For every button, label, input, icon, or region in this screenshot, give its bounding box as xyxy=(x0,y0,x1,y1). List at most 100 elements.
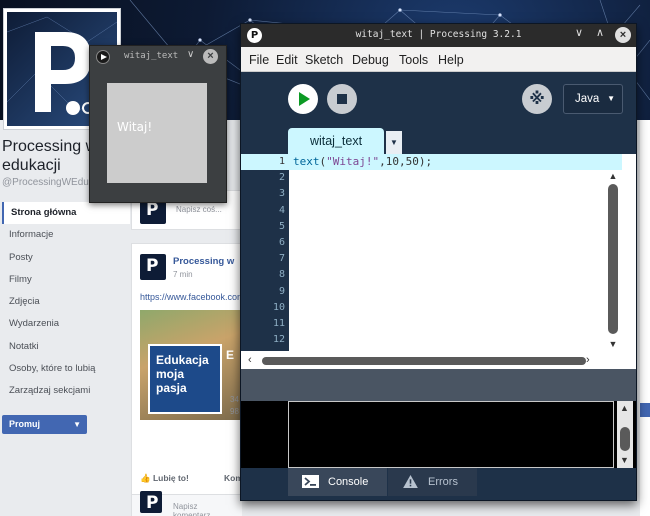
console-scrollbar[interactable]: ▲ ▼ xyxy=(617,401,633,468)
like-label: Lubię to! xyxy=(152,473,189,483)
line-number: 10 xyxy=(272,301,285,313)
menu-edit[interactable]: Edit xyxy=(276,53,298,67)
page-navigation: Strona główna Informacje Posty Filmy Zdj… xyxy=(2,202,130,403)
close-icon[interactable]: × xyxy=(203,49,218,64)
tab-errors[interactable]: Errors xyxy=(388,468,477,496)
scroll-thumb[interactable] xyxy=(262,357,586,365)
line-number: 11 xyxy=(272,317,285,329)
nav-item-likes[interactable]: Osoby, które to lubią xyxy=(2,358,130,380)
ide-titlebar[interactable]: P witaj_text | Processing 3.2.1 ∨ ∧ × xyxy=(241,24,636,47)
post-author-avatar[interactable] xyxy=(140,254,166,280)
nav-item-manage-sections[interactable]: Zarządzaj sekcjami xyxy=(2,380,130,402)
post-link-preview-image[interactable]: Edukacja moja pasja E xyxy=(140,310,242,420)
editor-horizontal-scrollbar[interactable]: ‹ › xyxy=(246,352,606,368)
tab-console[interactable]: Console xyxy=(288,468,387,496)
promote-label: Promuj xyxy=(9,419,41,429)
line-number: 6 xyxy=(278,236,285,248)
console-panel: ▲ ▼ xyxy=(241,401,636,468)
nav-item-info[interactable]: Informacje xyxy=(2,224,130,246)
close-icon[interactable]: × xyxy=(615,27,631,43)
line-number: 5 xyxy=(278,220,285,232)
line-number: 7 xyxy=(278,253,285,265)
tab-menu-button[interactable]: ▼ xyxy=(386,131,402,154)
scroll-up-icon[interactable]: ▲ xyxy=(606,170,620,182)
post-preview-title: E xyxy=(226,348,235,362)
scroll-down-icon[interactable]: ▼ xyxy=(620,455,629,465)
post-meta-1: 34 xyxy=(230,395,239,404)
line-number-gutter: 1 2 3 4 5 6 7 8 9 10 11 12 xyxy=(241,154,289,351)
code-editor: 1 2 3 4 5 6 7 8 9 10 11 12 text("Witaj!"… xyxy=(241,154,636,369)
line-number: 1 xyxy=(241,154,289,171)
comment-placeholder: Napisz komentarz... xyxy=(173,502,218,516)
promote-button[interactable]: Promuj ▼ xyxy=(2,415,87,434)
like-button[interactable]: 👍 Lubię to! xyxy=(140,473,189,484)
nav-item-videos[interactable]: Filmy xyxy=(2,269,130,291)
code-function: text xyxy=(293,155,320,168)
sketch-window: witaj_text ∨ × Witaj! xyxy=(89,45,227,203)
nav-item-notes[interactable]: Notatki xyxy=(2,336,130,358)
butterfly-icon: ※ xyxy=(529,89,545,108)
footer-tabs: Console Errors xyxy=(241,468,636,500)
mode-selector[interactable]: Java xyxy=(563,84,623,114)
scroll-down-icon[interactable]: ▼ xyxy=(606,338,620,350)
scroll-up-icon[interactable]: ▲ xyxy=(620,403,629,413)
line-number: 9 xyxy=(278,285,285,297)
scroll-right-icon[interactable]: › xyxy=(586,354,590,366)
console-output[interactable] xyxy=(288,401,614,468)
code-text-area[interactable]: text("Witaj!",10,50); xyxy=(289,154,622,351)
menu-tools[interactable]: Tools xyxy=(399,53,428,67)
canvas-text: Witaj! xyxy=(117,120,153,134)
menu-file[interactable]: File xyxy=(249,53,269,67)
code-string: "Witaj!" xyxy=(326,155,380,168)
debug-button[interactable]: ※ xyxy=(522,84,552,114)
errors-label: Errors xyxy=(428,476,458,488)
post-link[interactable]: https://www.facebook.com xyxy=(140,292,245,302)
comment-avatar xyxy=(140,491,162,513)
chevron-down-icon[interactable]: ∨ xyxy=(187,49,194,60)
menu-debug[interactable]: Debug xyxy=(352,53,389,67)
stop-button[interactable] xyxy=(327,84,357,114)
scroll-left-icon[interactable]: ‹ xyxy=(248,354,252,366)
sketch-app-icon xyxy=(96,50,110,64)
code-args: ,10,50); xyxy=(379,155,433,168)
menu-bar: File Edit Sketch Debug Tools Help xyxy=(241,47,636,72)
chevron-down-icon: ▼ xyxy=(73,420,81,429)
line-number: 8 xyxy=(278,269,285,281)
chevron-down-icon: ▼ xyxy=(390,138,398,147)
console-label: Console xyxy=(328,476,369,488)
run-button[interactable] xyxy=(288,84,318,114)
scroll-thumb[interactable] xyxy=(620,427,630,451)
right-column-button[interactable] xyxy=(640,403,650,417)
right-column xyxy=(640,120,650,516)
nav-item-home[interactable]: Strona główna xyxy=(2,202,130,225)
ide-toolbar: ※ Java xyxy=(241,72,636,128)
post-badge-text: Edukacja moja pasja xyxy=(148,344,222,414)
scroll-thumb[interactable] xyxy=(608,184,618,334)
nav-item-posts[interactable]: Posty xyxy=(2,247,130,269)
editor-vertical-scrollbar[interactable]: ▲ ▼ xyxy=(606,170,620,350)
sketch-canvas[interactable]: Witaj! xyxy=(107,83,207,183)
post-author[interactable]: Processing w xyxy=(173,256,234,267)
comment-composer[interactable]: Napisz komentarz... xyxy=(132,491,242,516)
console-icon xyxy=(302,475,319,488)
line-number: 12 xyxy=(272,334,285,346)
code-line-1[interactable]: text("Witaj!",10,50); xyxy=(289,154,622,171)
minimize-icon[interactable]: ∨ xyxy=(575,26,583,39)
nav-item-events[interactable]: Wydarzenia xyxy=(2,313,130,335)
nav-item-photos[interactable]: Zdjęcia xyxy=(2,291,130,313)
line-number: 4 xyxy=(278,204,285,216)
menu-help[interactable]: Help xyxy=(438,53,464,67)
menu-sketch[interactable]: Sketch xyxy=(305,53,343,67)
composer-placeholder: Napisz coś... xyxy=(176,205,222,214)
post-preview-meta: 34 98 xyxy=(230,394,239,418)
sketch-titlebar[interactable]: witaj_text ∨ × xyxy=(90,46,226,68)
line-number: 3 xyxy=(278,188,285,200)
status-bar xyxy=(241,369,636,401)
post-time[interactable]: 7 min xyxy=(173,270,193,279)
editor-tabs: witaj_text ▼ xyxy=(241,128,636,154)
feed-post: Processing w 7 min https://www.facebook.… xyxy=(131,243,245,516)
tab-witaj-text[interactable]: witaj_text xyxy=(288,128,384,154)
maximize-icon[interactable]: ∧ xyxy=(596,26,604,39)
sketch-title: witaj_text xyxy=(124,51,179,61)
processing-ide-window: P witaj_text | Processing 3.2.1 ∨ ∧ × Fi… xyxy=(240,23,637,501)
